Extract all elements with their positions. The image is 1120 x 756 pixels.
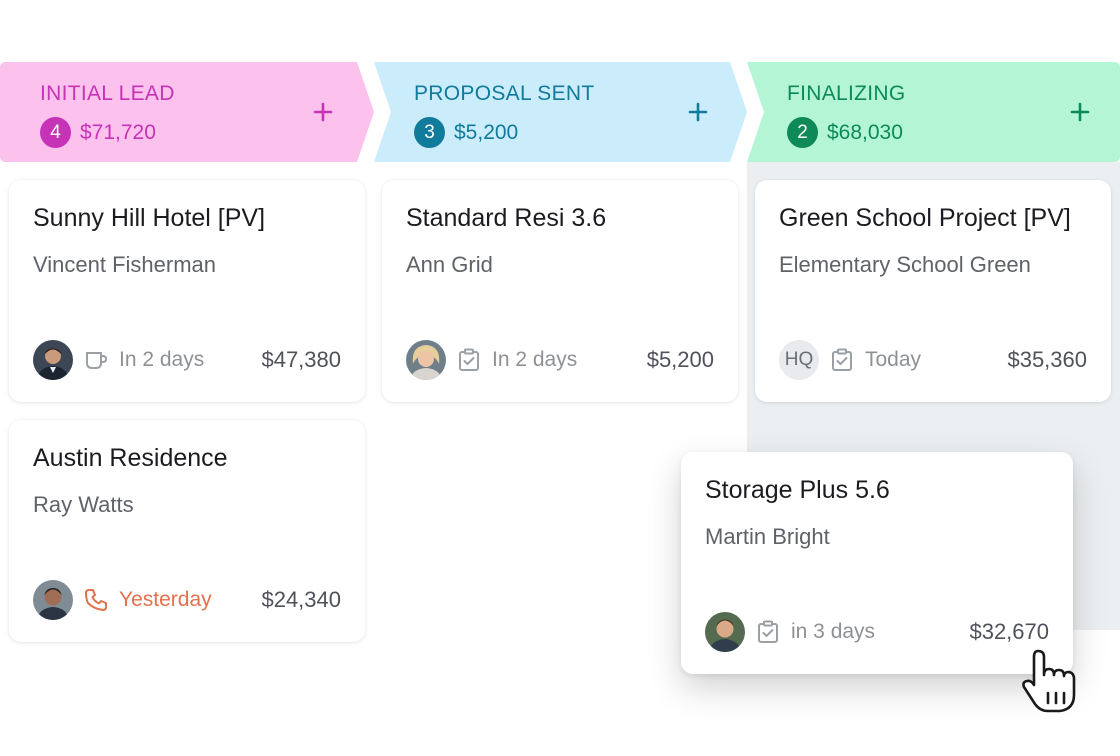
deal-contact: Martin Bright (705, 524, 830, 549)
person-photo-icon (406, 340, 446, 380)
task-icon[interactable] (755, 619, 781, 645)
coffee-icon[interactable] (83, 347, 109, 373)
stage-title: FINALIZING (787, 82, 906, 105)
deal-card[interactable]: Sunny Hill Hotel [PV] Vincent Fisherman … (9, 180, 365, 402)
task-icon[interactable] (456, 347, 482, 373)
stage-total-amount: $5,200 (454, 120, 519, 144)
stage-header-proposal-sent: PROPOSAL SENT 3 $5,200 (374, 62, 747, 162)
stage-meta: 2 $68,030 (787, 117, 903, 148)
add-deal-button[interactable] (1067, 99, 1093, 125)
stage-total-amount: $71,720 (80, 120, 156, 144)
activity-due-overdue: Yesterday (119, 588, 212, 611)
task-icon[interactable] (829, 347, 855, 373)
deal-count-badge: 2 (787, 117, 818, 148)
deal-title: Austin Residence (33, 444, 228, 472)
deal-contact: Ann Grid (406, 252, 493, 277)
deal-value: $24,340 (261, 587, 341, 612)
person-photo-icon (705, 612, 745, 652)
deal-contact: Elementary School Green (779, 252, 1031, 277)
person-photo-icon (33, 340, 73, 380)
deal-title: Standard Resi 3.6 (406, 204, 607, 232)
deal-value: $35,360 (1007, 347, 1087, 372)
owner-avatar-initials[interactable]: HQ (779, 340, 819, 380)
deal-count-badge: 3 (414, 117, 445, 148)
activity-due: In 2 days (492, 348, 578, 371)
deal-title: Storage Plus 5.6 (705, 476, 890, 504)
stage-meta: 4 $71,720 (40, 117, 156, 148)
activity-due: Today (865, 348, 922, 371)
hand-cursor-icon (1022, 649, 1076, 713)
add-deal-button[interactable] (685, 99, 711, 125)
owner-avatar[interactable] (33, 580, 73, 620)
deal-footer: In 2 days $47,380 (33, 340, 341, 380)
deal-card[interactable]: Standard Resi 3.6 Ann Grid In 2 days $5,… (382, 180, 738, 402)
stage-title: PROPOSAL SENT (414, 82, 595, 105)
deal-footer: in 3 days $32,670 (705, 612, 1049, 652)
deal-contact: Vincent Fisherman (33, 252, 217, 277)
phone-icon[interactable] (83, 587, 109, 613)
deal-title: Green School Project [PV] (779, 204, 1071, 232)
activity-due: in 3 days (791, 620, 876, 643)
stage-title: INITIAL LEAD (40, 82, 175, 105)
deal-count-badge: 4 (40, 117, 71, 148)
deal-contact: Ray Watts (33, 492, 134, 517)
owner-avatar[interactable] (406, 340, 446, 380)
stage-header-initial-lead: INITIAL LEAD 4 $71,720 (0, 62, 374, 162)
deal-value: $47,380 (261, 347, 341, 372)
deal-title: Sunny Hill Hotel [PV] (33, 204, 266, 232)
deal-footer: HQ Today $35,360 (779, 340, 1087, 380)
stage-total-amount: $68,030 (827, 120, 903, 144)
activity-due: In 2 days (119, 348, 205, 371)
deal-card[interactable]: Green School Project [PV] Elementary Sch… (755, 180, 1111, 402)
owner-avatar[interactable] (33, 340, 73, 380)
deal-card[interactable]: Austin Residence Ray Watts Yesterday $24… (9, 420, 365, 642)
stage-meta: 3 $5,200 (414, 117, 518, 148)
deal-value: $5,200 (646, 347, 714, 372)
add-deal-button[interactable] (310, 99, 336, 125)
deal-card-dragging[interactable]: Storage Plus 5.6 Martin Bright in 3 days… (681, 452, 1073, 674)
deal-footer: In 2 days $5,200 (406, 340, 714, 380)
owner-avatar[interactable] (705, 612, 745, 652)
deal-footer: Yesterday $24,340 (33, 580, 341, 620)
deal-value: $32,670 (969, 619, 1049, 644)
person-photo-icon (33, 580, 73, 620)
stage-header-finalizing: FINALIZING 2 $68,030 (747, 62, 1120, 162)
